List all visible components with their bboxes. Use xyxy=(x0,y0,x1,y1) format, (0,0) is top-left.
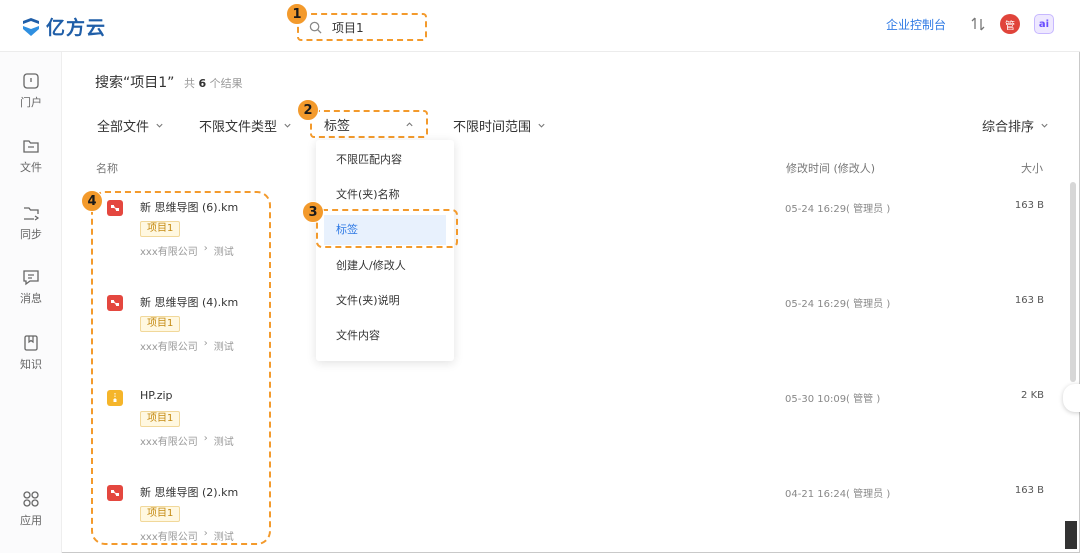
corner-handle xyxy=(1065,521,1077,549)
chevron-up-icon xyxy=(406,121,413,126)
sidebar-item-label: 门户 xyxy=(20,96,42,109)
column-header-size[interactable]: 大小 xyxy=(1021,160,1043,176)
sidebar-item-label: 应用 xyxy=(20,514,42,527)
filter-label: 不限文件类型 xyxy=(199,120,278,135)
enterprise-console-link[interactable]: 企业控制台 xyxy=(886,16,946,33)
sidebar-item-knowledge[interactable]: 知识 xyxy=(0,334,62,372)
sidebar-item-label: 同步 xyxy=(20,228,42,241)
step-marker-3: 3 xyxy=(302,201,324,223)
file-list-highlight xyxy=(91,191,271,545)
sidebar: 门户 文件 同步 消息 知识 应用 xyxy=(0,52,62,553)
knowledge-icon xyxy=(24,335,38,351)
sync-folder-icon xyxy=(24,207,40,221)
filter-all-files[interactable]: 全部文件 xyxy=(97,116,164,135)
floating-help-button[interactable] xyxy=(1063,384,1080,412)
logo-text: 亿方云 xyxy=(46,17,107,39)
dropdown-option[interactable]: 文件(夹)说明 xyxy=(316,286,454,316)
file-modified-time: 05-24 16:29( 管理员 ) xyxy=(785,204,891,215)
dropdown-option[interactable]: 不限匹配内容 xyxy=(316,145,454,175)
user-avatar[interactable]: 管 xyxy=(1000,14,1020,34)
sidebar-item-label: 知识 xyxy=(20,358,42,371)
home-icon xyxy=(23,73,39,89)
filter-time-range[interactable]: 不限时间范围 xyxy=(453,116,546,135)
dropdown-option[interactable]: 创建人/修改人 xyxy=(316,251,454,281)
dropdown-option[interactable]: 文件(夹)名称 xyxy=(316,180,454,210)
step-marker-1: 1 xyxy=(286,3,308,25)
filter-label: 全部文件 xyxy=(97,120,150,135)
search-result-count: 共 6 个结果 xyxy=(184,75,243,91)
sort-label: 综合排序 xyxy=(982,120,1035,135)
ai-assistant-icon[interactable]: ai xyxy=(1034,14,1054,34)
file-modified-time: 04-21 16:24( 管理员 ) xyxy=(785,489,891,500)
chevron-down-icon xyxy=(156,123,163,128)
column-header-modified[interactable]: 修改时间 (修改人) xyxy=(786,160,875,176)
file-size: 163 B xyxy=(1014,485,1044,496)
column-header-name[interactable]: 名称 xyxy=(96,160,118,176)
file-size: 2 KB xyxy=(1021,390,1044,401)
dropdown-selected-highlight xyxy=(316,209,458,248)
dropdown-option[interactable]: 文件内容 xyxy=(316,321,454,351)
apps-icon xyxy=(23,491,39,507)
count-suffix: 个结果 xyxy=(209,77,243,90)
sort-dropdown[interactable]: 综合排序 xyxy=(982,116,1049,135)
sidebar-item-portal[interactable]: 门户 xyxy=(0,72,62,110)
transfer-icon[interactable] xyxy=(970,16,986,32)
filter-file-type[interactable]: 不限文件类型 xyxy=(199,116,292,135)
folder-icon xyxy=(23,140,39,153)
sidebar-item-apps[interactable]: 应用 xyxy=(0,490,62,528)
vertical-scrollbar[interactable] xyxy=(1070,182,1076,382)
sidebar-item-files[interactable]: 文件 xyxy=(0,137,62,175)
sidebar-item-label: 消息 xyxy=(20,292,42,305)
chevron-down-icon xyxy=(284,123,291,128)
file-size: 163 B xyxy=(1014,295,1044,306)
header-actions: 企业控制台 管 ai xyxy=(886,14,1054,34)
step-marker-2: 2 xyxy=(297,99,319,121)
filter-label: 不限时间范围 xyxy=(453,120,532,135)
step-marker-4: 4 xyxy=(81,190,103,212)
logo-icon xyxy=(23,17,39,36)
chevron-down-icon xyxy=(538,123,545,128)
search-result-title: 搜索“项目1” xyxy=(95,75,175,91)
search-icon xyxy=(309,21,322,34)
search-input[interactable]: 项目1 xyxy=(297,13,427,41)
file-modified-time: 05-24 16:29( 管理员 ) xyxy=(785,299,891,310)
count-prefix: 共 xyxy=(184,77,195,90)
chevron-down-icon xyxy=(1041,123,1048,128)
top-header: 亿方云 项目1 企业控制台 管 ai xyxy=(0,0,1080,52)
logo[interactable]: 亿方云 xyxy=(20,13,106,40)
sidebar-item-sync[interactable]: 同步 xyxy=(0,204,62,242)
search-value: 项目1 xyxy=(332,20,364,35)
filter-label: 标签 xyxy=(324,118,351,134)
file-size: 163 B xyxy=(1014,200,1044,211)
message-icon xyxy=(23,270,39,286)
count-number: 6 xyxy=(198,77,207,90)
sidebar-item-messages[interactable]: 消息 xyxy=(0,268,62,306)
tag-filter-dropdown: 不限匹配内容 文件(夹)名称 标签 创建人/修改人 文件(夹)说明 文件内容 xyxy=(316,140,454,361)
filter-tag[interactable]: 标签 xyxy=(310,110,428,138)
sidebar-item-label: 文件 xyxy=(20,161,42,174)
file-modified-time: 05-30 10:09( 管管 ) xyxy=(785,394,881,405)
